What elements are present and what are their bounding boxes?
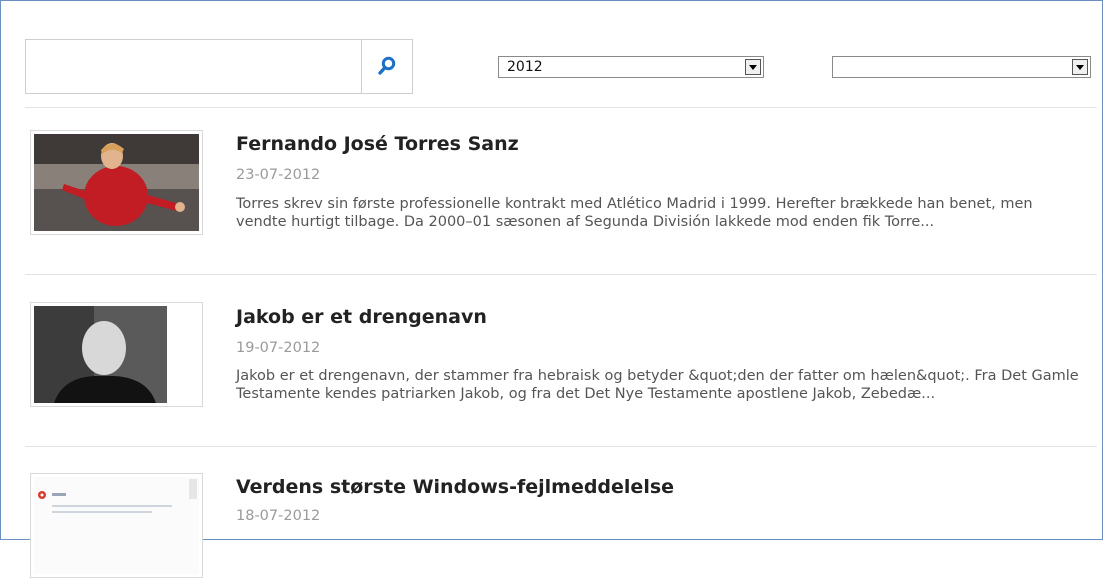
search-button[interactable]	[361, 40, 413, 93]
chevron-down-icon[interactable]	[745, 59, 761, 75]
error-dialog-screenshot	[34, 477, 199, 574]
year-select[interactable]: 2012	[498, 56, 764, 78]
article-thumbnail[interactable]	[30, 302, 203, 407]
chevron-down-icon[interactable]	[1072, 59, 1088, 75]
article-date: 18-07-2012	[236, 508, 321, 524]
search-input[interactable]	[26, 40, 358, 93]
divider	[25, 107, 1097, 108]
article-title[interactable]: Fernando José Torres Sanz	[236, 133, 519, 155]
year-select-value: 2012	[507, 59, 543, 75]
article-date: 23-07-2012	[236, 167, 321, 183]
article-description: Jakob er et drengenavn, der stammer fra …	[236, 368, 1079, 402]
divider	[25, 446, 1097, 447]
divider	[25, 274, 1097, 275]
portrait-photo	[34, 306, 199, 403]
article-title[interactable]: Jakob er et drengenavn	[236, 306, 487, 328]
football-player-photo	[34, 134, 199, 231]
article-thumbnail[interactable]	[30, 473, 203, 578]
article-description: Torres skrev sin første professionelle k…	[236, 196, 1033, 230]
search-box	[25, 39, 413, 94]
search-icon	[378, 56, 396, 75]
category-select[interactable]	[832, 56, 1091, 78]
article-title[interactable]: Verdens største Windows-fejlmeddelelse	[236, 476, 674, 498]
article-thumbnail[interactable]	[30, 130, 203, 235]
article-date: 19-07-2012	[236, 340, 321, 356]
